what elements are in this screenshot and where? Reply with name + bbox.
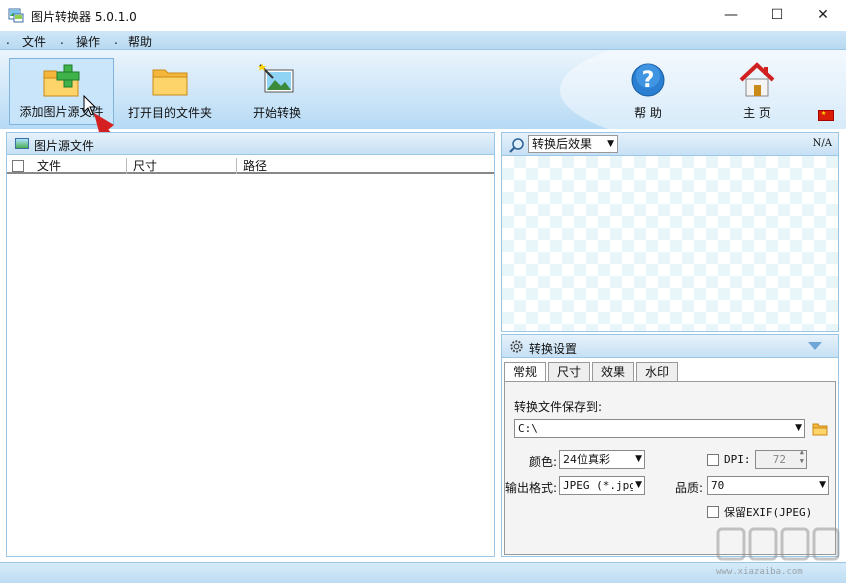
color-select[interactable]: 24位真彩 ▼ bbox=[559, 450, 645, 469]
home-label: 主 页 bbox=[743, 106, 771, 120]
effect-select[interactable]: 转换后效果 ▼ bbox=[528, 135, 618, 153]
tab-size[interactable]: 尺寸 bbox=[548, 362, 590, 381]
toolbar-decoration bbox=[560, 50, 846, 129]
mouse-cursor-icon bbox=[83, 95, 97, 116]
chevron-down-icon: ▼ bbox=[607, 139, 614, 149]
svg-text:?: ? bbox=[642, 68, 655, 93]
tab-effect[interactable]: 效果 bbox=[592, 362, 634, 381]
chevron-down-icon: ▼ bbox=[633, 477, 642, 494]
preview-canvas bbox=[502, 156, 838, 331]
maximize-button[interactable]: ☐ bbox=[754, 0, 800, 30]
minimize-button[interactable]: — bbox=[708, 0, 754, 30]
chevron-down-icon: ▼ bbox=[819, 480, 826, 490]
close-button[interactable]: ✕ bbox=[800, 0, 846, 30]
window-title: 图片转换器 5.0.1.0 bbox=[31, 10, 137, 24]
app-icon bbox=[8, 8, 24, 23]
select-all-checkbox[interactable] bbox=[12, 160, 24, 172]
tab-general[interactable]: 常规 bbox=[504, 362, 546, 382]
watermark-text: www.xiazaiba.com bbox=[716, 567, 803, 577]
source-files-panel: 图片源文件 文件 尺寸 路径 bbox=[6, 132, 495, 557]
dpi-label: DPI: bbox=[724, 453, 751, 466]
browse-folder-icon[interactable] bbox=[812, 422, 828, 436]
home-icon bbox=[739, 62, 775, 97]
output-format-label: 输出格式: bbox=[505, 481, 558, 495]
convert-settings-panel: 转换设置 常规 尺寸 效果 水印 转换文件保存到: C:\ ▼ 颜色: 24位真… bbox=[501, 334, 839, 557]
watermark-logo-icon bbox=[716, 527, 840, 561]
menu-separator: . bbox=[6, 33, 10, 47]
keep-exif-label: 保留EXIF(JPEG) bbox=[724, 506, 813, 519]
start-convert-button[interactable]: 开始转换 bbox=[236, 58, 318, 125]
menu-operation[interactable]: 操作 bbox=[76, 33, 100, 50]
color-label: 颜色: bbox=[529, 455, 558, 469]
help-button[interactable]: ? 帮 助 bbox=[622, 58, 674, 125]
chevron-down-icon: ▼ bbox=[635, 454, 642, 464]
dpi-spinner[interactable]: 72 ▲ ▼ bbox=[755, 450, 807, 469]
menu-file[interactable]: 文件 bbox=[22, 33, 46, 50]
convert-settings-title: 转换设置 bbox=[529, 342, 578, 356]
convert-settings-header[interactable]: 转换设置 bbox=[502, 335, 838, 358]
column-size[interactable]: 尺寸 bbox=[127, 158, 237, 174]
magic-wand-image-icon bbox=[258, 63, 294, 93]
collapse-icon[interactable] bbox=[808, 342, 822, 350]
help-label: 帮 助 bbox=[634, 106, 662, 120]
save-path-value: C:\ bbox=[518, 422, 538, 435]
quality-label: 品质: bbox=[675, 481, 704, 495]
chevron-down-icon: ▼ bbox=[795, 423, 802, 433]
source-files-title: 图片源文件 bbox=[34, 139, 95, 153]
language-flag-icon[interactable]: ★ bbox=[818, 110, 834, 121]
dpi-checkbox[interactable] bbox=[707, 454, 719, 466]
quality-value: 70 bbox=[711, 479, 725, 492]
image-icon bbox=[15, 138, 29, 149]
start-convert-label: 开始转换 bbox=[252, 106, 301, 120]
gear-icon bbox=[510, 340, 523, 353]
color-value: 24位真彩 bbox=[563, 453, 610, 466]
menu-help[interactable]: 帮助 bbox=[128, 33, 152, 50]
tab-watermark[interactable]: 水印 bbox=[636, 362, 678, 381]
spinner-arrows-icon: ▲ ▼ bbox=[799, 450, 804, 465]
site-watermark: www.xiazaiba.com bbox=[716, 527, 842, 577]
title-bar: 图片转换器 5.0.1.0 — ☐ ✕ bbox=[0, 0, 846, 31]
output-format-select[interactable]: JPEG (*.jpg ▼ bbox=[559, 476, 645, 495]
save-to-label: 转换文件保存到: bbox=[514, 400, 603, 414]
column-file[interactable]: 文件 bbox=[29, 158, 127, 174]
quality-select[interactable]: 70 ▼ bbox=[707, 476, 829, 495]
menu-separator: . bbox=[60, 33, 64, 47]
keep-exif-checkbox[interactable] bbox=[707, 506, 719, 518]
home-button[interactable]: 主 页 bbox=[730, 58, 784, 125]
column-path[interactable]: 路径 bbox=[237, 158, 493, 174]
source-files-header: 图片源文件 bbox=[7, 133, 494, 155]
folder-add-icon bbox=[43, 64, 79, 97]
save-path-select[interactable]: C:\ ▼ bbox=[514, 419, 805, 438]
dpi-value: 72 bbox=[772, 453, 786, 466]
help-icon: ? bbox=[631, 63, 665, 97]
output-format-value: JPEG (*.jpg bbox=[563, 479, 636, 492]
menu-bar: . 文件 . 操作 . 帮助 bbox=[0, 31, 846, 50]
zoom-icon[interactable] bbox=[509, 137, 525, 153]
preview-info: N/A bbox=[812, 138, 832, 149]
effect-select-value: 转换后效果 bbox=[532, 137, 593, 151]
preview-panel: 转换后效果 ▼ N/A bbox=[501, 132, 839, 332]
preview-header: 转换后效果 ▼ N/A bbox=[502, 133, 838, 156]
folder-icon bbox=[152, 69, 188, 96]
menu-separator: . bbox=[114, 33, 118, 47]
file-list[interactable] bbox=[7, 176, 494, 556]
file-table-header: 文件 尺寸 路径 bbox=[7, 158, 494, 174]
